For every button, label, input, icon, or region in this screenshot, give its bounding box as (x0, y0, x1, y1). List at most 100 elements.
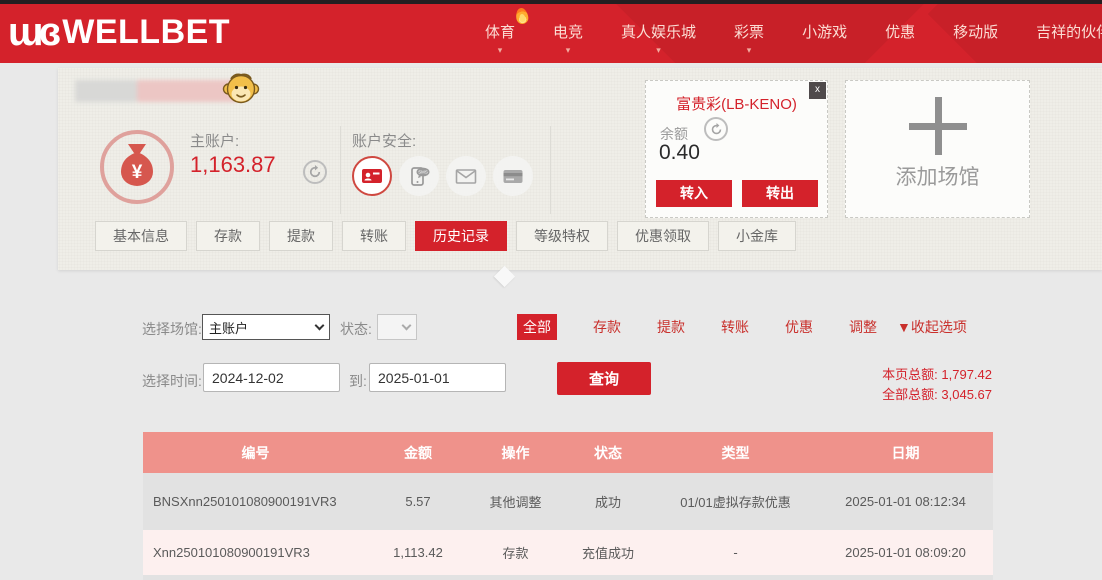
nav-item-彩票[interactable]: 彩票▾ (734, 21, 764, 55)
email-icon[interactable] (446, 156, 486, 196)
col-header-金额: 金额 (368, 432, 468, 473)
nav-item-label: 移动版 (953, 24, 998, 41)
bank-card-icon[interactable] (493, 156, 533, 196)
refresh-balance-button[interactable] (303, 160, 327, 184)
chevron-down-icon: ▾ (485, 45, 515, 55)
category-优惠[interactable]: 优惠 (785, 317, 813, 337)
category-转账[interactable]: 转账 (721, 317, 749, 337)
refresh-venue-balance-button[interactable] (704, 117, 728, 141)
cell-operation: 存款 (468, 530, 563, 575)
nav-item-label: 小游戏 (802, 24, 847, 41)
nav-item-体育[interactable]: 体育 ▾ (485, 21, 515, 55)
monkey-avatar-icon (222, 70, 260, 111)
transfer-out-button[interactable]: 转出 (742, 180, 818, 207)
cell-date: 2025-01-01 08:09:20 (818, 530, 993, 575)
account-card: ¥ 主账户: 1,163.87 账户安全: (58, 68, 1102, 270)
nav-item-小游戏[interactable]: 小游戏 (802, 21, 847, 55)
col-header-编号: 编号 (143, 432, 368, 473)
tab-历史记录[interactable]: 历史记录 (415, 221, 507, 251)
tab-小金库[interactable]: 小金库 (718, 221, 796, 251)
cell-id: Xnn250101080900191VR3 (143, 530, 368, 575)
collapse-options-link[interactable]: ▼收起选项 (897, 317, 967, 337)
tab-基本信息[interactable]: 基本信息 (95, 221, 187, 251)
nav-item-label: 体育 (485, 24, 515, 41)
nav-item-电竞[interactable]: 电竞 ▾ (553, 21, 583, 55)
nav-item-移动版[interactable]: 移动版 (953, 21, 998, 55)
col-header-状态: 状态 (563, 432, 653, 473)
col-header-日期: 日期 (818, 432, 993, 473)
main-account-balance: 1,163.87 (190, 152, 276, 178)
nav-item-优惠[interactable]: 优惠 (885, 21, 915, 55)
cell-id: BNSXnn250101080900191VR3 (143, 473, 368, 530)
cell-type: 01/01虚拟存款优惠 (653, 473, 818, 530)
category-全部[interactable]: 全部 (517, 314, 557, 340)
nav-item-label: 真人娱乐城 (621, 24, 696, 41)
chevron-down-icon: ▾ (734, 45, 764, 55)
table-row: Xnn250101080900191VR31,113.42存款充值成功-2025… (143, 530, 993, 575)
main-account-label: 主账户: (190, 130, 239, 151)
id-card-icon[interactable] (352, 156, 392, 196)
history-table-wrap: 编号金额操作状态类型日期 BNSXnn250101080900191VR35.5… (143, 432, 993, 580)
tab-提款[interactable]: 提款 (269, 221, 333, 251)
transfer-in-button[interactable]: 转入 (656, 180, 732, 207)
tab-等级特权[interactable]: 等级特权 (516, 221, 608, 251)
totals: 本页总额: 1,797.42 全部总额: 3,045.67 (882, 365, 992, 405)
category-filters: 全部 存款 提款 转账 优惠 调整 (517, 314, 877, 340)
date-to-input[interactable] (369, 363, 506, 392)
venue-select-label: 选择场馆: (142, 319, 202, 339)
chevron-down-icon (402, 320, 412, 330)
svg-text:SMS: SMS (418, 170, 428, 175)
wellbet-logo-mark-icon: ɯɞ (8, 10, 56, 54)
cell-type: - (653, 530, 818, 575)
col-header-类型: 类型 (653, 432, 818, 473)
site-header: ɯɞ WELLBET 体育▾电竞▾真人娱乐城▾彩票▾小游戏优惠移动版吉祥的伙伴 (0, 4, 1102, 63)
to-label: 到: (349, 371, 367, 391)
account-security-label: 账户安全: (352, 130, 416, 151)
nav-item-label: 吉祥的伙伴 (1036, 24, 1102, 41)
username-redacted (75, 80, 237, 102)
tab-存款[interactable]: 存款 (196, 221, 260, 251)
venue-select[interactable]: 主账户 (202, 314, 330, 340)
nav-item-吉祥的伙伴[interactable]: 吉祥的伙伴 (1036, 21, 1102, 55)
time-select-label: 选择时间: (142, 371, 202, 391)
query-button[interactable]: 查询 (557, 362, 651, 395)
cell-date: 2025-01-01 08:12:34 (818, 473, 993, 530)
chevron-down-icon (953, 45, 998, 55)
divider (550, 126, 551, 214)
phone-sms-icon[interactable]: SMS (399, 156, 439, 196)
history-table: 编号金额操作状态类型日期 BNSXnn250101080900191VR35.5… (143, 432, 993, 575)
chevron-down-icon (802, 45, 847, 55)
cell-status: 成功 (563, 473, 653, 530)
category-存款[interactable]: 存款 (593, 317, 621, 337)
tab-转账[interactable]: 转账 (342, 221, 406, 251)
chevron-down-icon (885, 45, 915, 55)
security-icons: SMS (352, 156, 533, 196)
venue-balance-value: 0.40 (659, 141, 700, 165)
cell-amount: 5.57 (368, 473, 468, 530)
cell-status: 充值成功 (563, 530, 653, 575)
tab-优惠领取[interactable]: 优惠领取 (617, 221, 709, 251)
divider (340, 126, 341, 214)
chevron-down-icon: ▾ (553, 45, 583, 55)
hot-flame-icon (515, 7, 530, 25)
category-调整[interactable]: 调整 (849, 317, 877, 337)
page-total-label: 本页总额: (882, 367, 938, 382)
page-total-value: 1,797.42 (941, 367, 992, 382)
page-total: 本页总额: 1,797.42 (882, 365, 992, 385)
status-select[interactable] (377, 314, 417, 340)
all-total-label: 全部总额: (882, 387, 938, 402)
cell-amount: 1,113.42 (368, 530, 468, 575)
date-from-input[interactable] (203, 363, 340, 392)
category-提款[interactable]: 提款 (657, 317, 685, 337)
all-total: 全部总额: 3,045.67 (882, 385, 992, 405)
table-row-partial (143, 575, 993, 580)
add-venue-label: 添加场馆 (846, 161, 1029, 191)
wellbet-logo[interactable]: ɯɞ WELLBET (8, 10, 230, 54)
venue-select-value: 主账户 (209, 318, 248, 337)
chevron-down-icon: ▾ (621, 45, 696, 55)
add-venue-button[interactable]: 添加场馆 (845, 80, 1030, 218)
nav-item-label: 电竞 (553, 24, 583, 41)
plus-icon (909, 97, 967, 155)
all-total-value: 3,045.67 (941, 387, 992, 402)
nav-item-真人娱乐城[interactable]: 真人娱乐城 ▾ (621, 21, 696, 55)
